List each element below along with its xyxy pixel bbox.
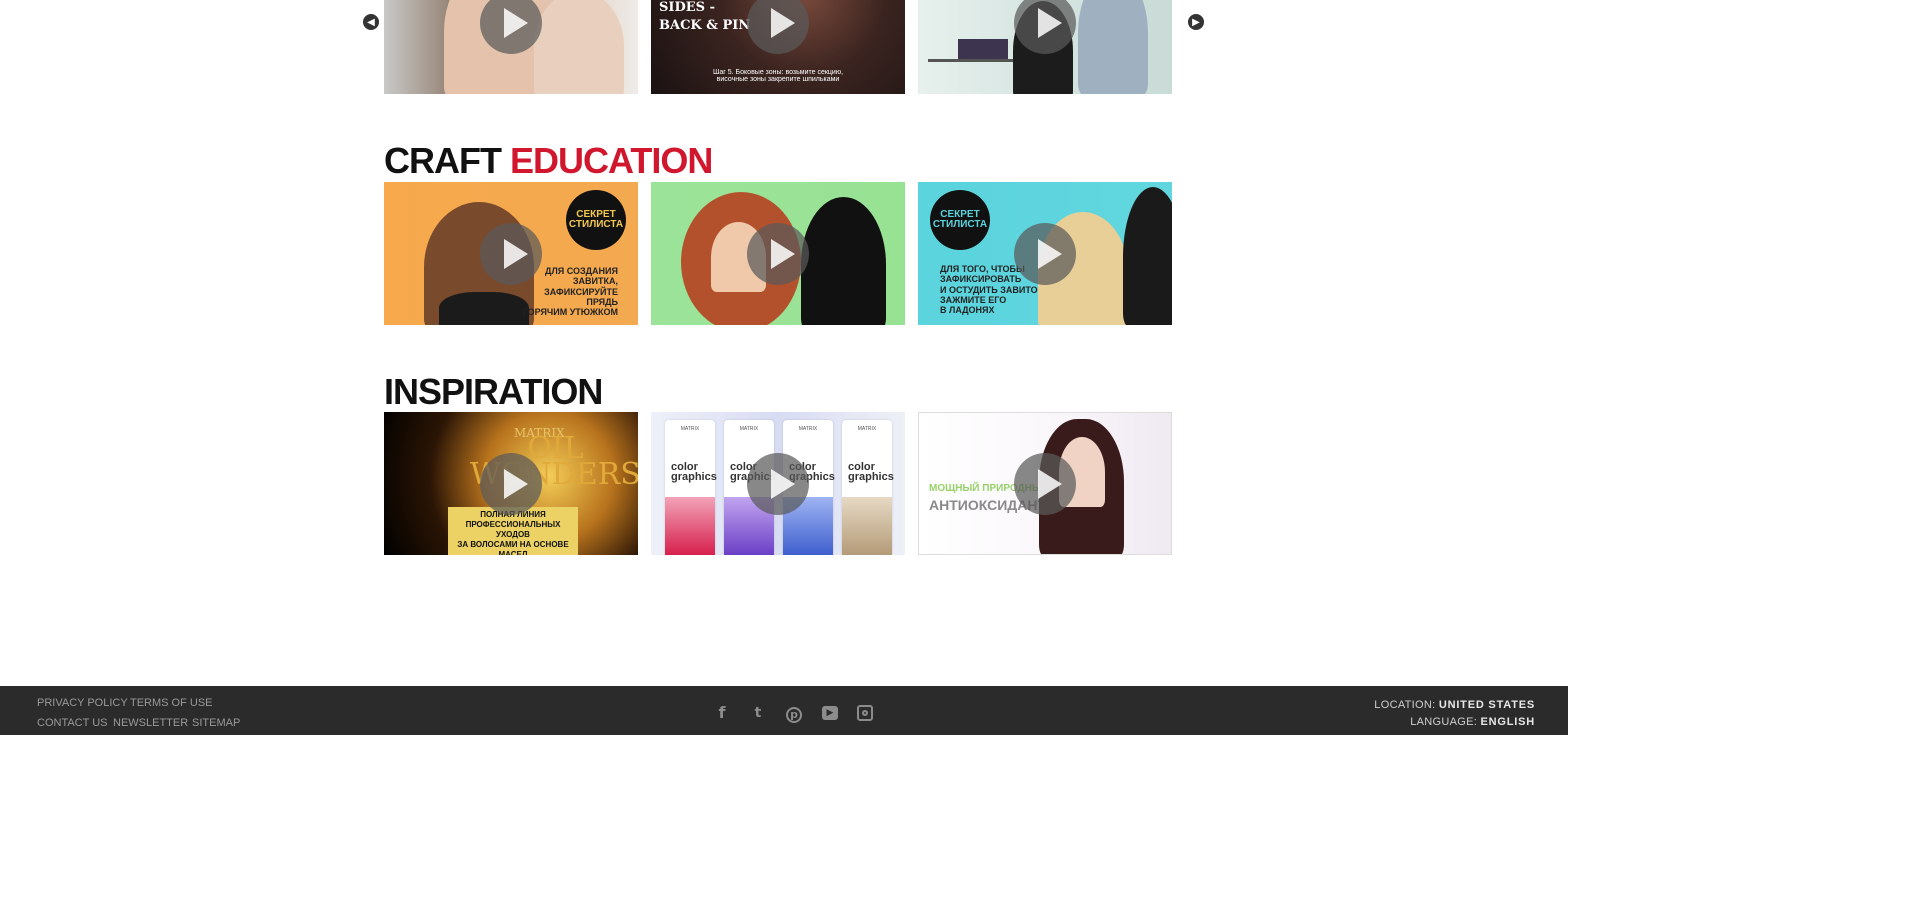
craft-video-row: СЕКРЕТ СТИЛИСТА ДЛЯ СОЗДАНИЯ ЗАВИТКА, ЗА…	[384, 182, 1172, 325]
video-caption: Шаг 5. Боковые зоны: возьмите секцию, ви…	[712, 69, 844, 83]
product-tube: MATRIX color graphics	[842, 420, 894, 555]
language-selector[interactable]: LANGUAGE: ENGLISH	[1410, 716, 1535, 728]
youtube-icon[interactable]: ▶	[820, 703, 840, 723]
top-video-row: SIDES - BACK & PIN Шаг 5. Боковые зоны: …	[384, 0, 1172, 94]
chevron-right-icon: ▶	[1192, 16, 1200, 28]
stylist-hands	[534, 0, 624, 94]
stylist-secret-badge: СЕКРЕТ СТИЛИСТА	[566, 190, 626, 250]
video-title: SIDES - BACK & PIN	[659, 0, 751, 34]
title-part-2: EDUCATION	[510, 140, 713, 181]
video-thumbnail[interactable]: МОЩНЫЙ ПРИРОДНЫЙ АНТИОКСИДАНТ	[918, 412, 1172, 555]
play-icon[interactable]	[1014, 222, 1076, 285]
video-thumbnail[interactable]	[651, 182, 905, 325]
play-icon[interactable]	[747, 0, 809, 54]
section-title-craft-education: CRAFT EDUCATION	[384, 140, 713, 182]
carousel-next-button[interactable]: ▶	[1188, 14, 1204, 30]
footer-link-newsletter[interactable]: NEWSLETTER	[113, 717, 188, 729]
video-thumbnail[interactable]: СЕКРЕТ СТИЛИСТА ДЛЯ СОЗДАНИЯ ЗАВИТКА, ЗА…	[384, 182, 638, 325]
location-selector[interactable]: LOCATION: UNITED STATES	[1374, 699, 1535, 711]
video-overlay-text: ДЛЯ СОЗДАНИЯ ЗАВИТКА, ЗАФИКСИРУЙТЕ ПРЯДЬ…	[522, 266, 618, 318]
play-icon[interactable]	[480, 452, 542, 515]
play-icon[interactable]	[747, 222, 809, 285]
footer-link-privacy-policy[interactable]: PRIVACY POLICY	[37, 697, 128, 709]
inspiration-video-row: MATRIX OIL WONDERS ПОЛНАЯ ЛИНИЯ ПРОФЕССИ…	[384, 412, 1172, 555]
stylist-secret-badge: СЕКРЕТ СТИЛИСТА	[930, 190, 990, 250]
play-icon[interactable]	[1014, 452, 1076, 515]
video-thumbnail[interactable]: MATRIX color graphics MATRIX color graph…	[651, 412, 905, 555]
pinterest-icon[interactable]: p	[784, 703, 804, 723]
video-thumbnail[interactable]	[384, 0, 638, 94]
section-title-inspiration: INSPIRATION	[384, 371, 603, 412]
twitter-icon[interactable]: t	[748, 703, 768, 723]
product-bottles	[958, 39, 1008, 59]
play-icon[interactable]	[747, 452, 809, 515]
video-thumbnail[interactable]	[918, 0, 1172, 94]
chevron-left-icon: ◀	[367, 16, 375, 28]
footer-link-contact-us[interactable]: CONTACT US	[37, 717, 108, 729]
carousel-prev-button[interactable]: ◀	[363, 14, 379, 30]
facebook-icon[interactable]: f	[712, 703, 732, 723]
cape	[439, 292, 529, 325]
site-footer: PRIVACY POLICY TERMS OF USE CONTACT US N…	[0, 686, 1568, 735]
title-part-1: CRAFT	[384, 140, 502, 181]
footer-link-sitemap[interactable]: SITEMAP	[192, 717, 240, 729]
instagram-icon[interactable]	[855, 703, 875, 723]
stylist-figure	[1078, 0, 1148, 94]
stylist-figure	[1123, 187, 1172, 325]
footer-link-terms-of-use[interactable]: TERMS OF USE	[130, 697, 213, 709]
video-thumbnail[interactable]: СЕКРЕТ СТИЛИСТА ДЛЯ ТОГО, ЧТОБЫ ЗАФИКСИР…	[918, 182, 1172, 325]
play-icon[interactable]	[480, 222, 542, 285]
shelf	[928, 59, 1018, 62]
video-thumbnail[interactable]: MATRIX OIL WONDERS ПОЛНАЯ ЛИНИЯ ПРОФЕССИ…	[384, 412, 638, 555]
video-thumbnail[interactable]: SIDES - BACK & PIN Шаг 5. Боковые зоны: …	[651, 0, 905, 94]
product-tube: MATRIX color graphics	[665, 420, 717, 555]
stylist-figure	[801, 197, 886, 325]
